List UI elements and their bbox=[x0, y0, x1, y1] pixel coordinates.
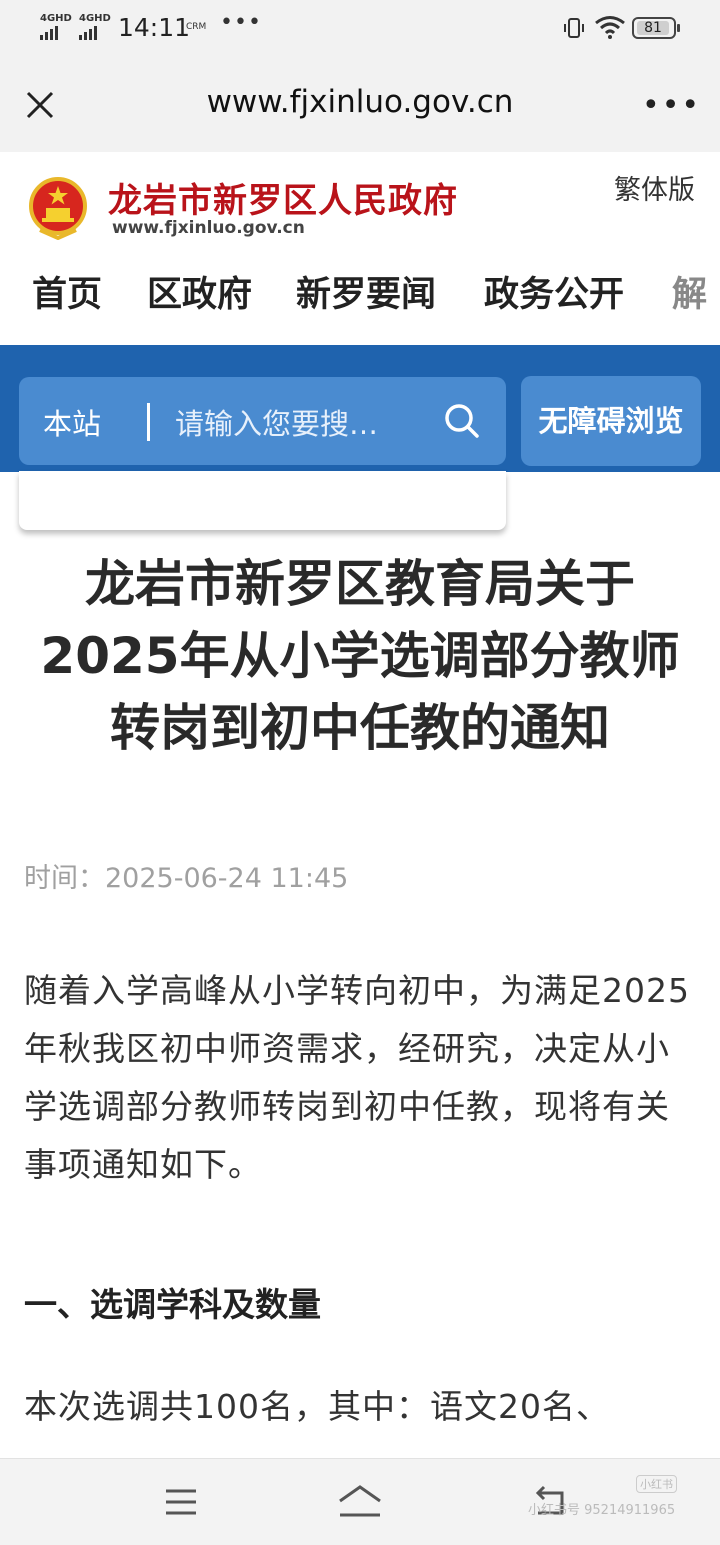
section-heading: 一、选调学科及数量 bbox=[24, 1285, 321, 1324]
signal-indicator-2: 4GHD bbox=[79, 14, 111, 40]
search-box: 本站 请输入您要搜… bbox=[19, 377, 506, 465]
signal-indicator-1: 4GHD bbox=[40, 14, 72, 40]
battery-icon: 81 bbox=[632, 17, 680, 39]
signal-label: 4GHD bbox=[79, 13, 111, 24]
watermark-logo: 小红书 bbox=[636, 1475, 677, 1493]
site-url: www.fjxinluo.gov.cn bbox=[112, 218, 305, 238]
notification-dots: ••• bbox=[220, 10, 262, 35]
main-nav: 首页 区政府 新罗要闻 政务公开 解 bbox=[0, 266, 720, 322]
article-title: 龙岩市新罗区教育局关于2025年从小学选调部分教师转岗到初中任教的通知 bbox=[40, 555, 680, 757]
nav-item-government-affairs[interactable]: 政务公开 bbox=[484, 266, 624, 317]
wifi-icon bbox=[595, 16, 625, 39]
nav-item-next[interactable]: 解 bbox=[672, 266, 707, 317]
nav-item-home[interactable]: 首页 bbox=[32, 266, 102, 317]
crm-label: CRM bbox=[186, 22, 207, 32]
signal-label: 4GHD bbox=[40, 13, 72, 24]
battery-level: 81 bbox=[637, 21, 669, 35]
vibrate-icon bbox=[564, 18, 584, 38]
site-title[interactable]: 龙岩市新罗区人民政府 bbox=[108, 173, 458, 222]
search-band: 本站 请输入您要搜… 无障碍浏览 bbox=[0, 345, 720, 472]
home-icon[interactable] bbox=[336, 1483, 384, 1519]
national-emblem-icon bbox=[29, 177, 87, 240]
search-input[interactable]: 请输入您要搜… bbox=[175, 401, 411, 443]
nav-item-district-government[interactable]: 区政府 bbox=[147, 266, 252, 317]
publish-time: 2025-06-24 11:45 bbox=[105, 863, 349, 894]
search-suggestion-dropdown[interactable] bbox=[19, 471, 506, 530]
clock: 14:11 bbox=[118, 13, 191, 42]
browser-toolbar: www.fjxinluo.gov.cn ••• bbox=[0, 58, 720, 152]
traditional-chinese-link[interactable]: 繁体版 bbox=[614, 168, 695, 207]
site-header: 龙岩市新罗区人民政府 www.fjxinluo.gov.cn 繁体版 首页 区政… bbox=[0, 152, 720, 345]
search-scope-selector[interactable]: 本站 bbox=[43, 401, 101, 443]
status-bar: 4GHD 4GHD 14:11 CRM ••• 81 bbox=[0, 0, 720, 58]
accessibility-button[interactable]: 无障碍浏览 bbox=[521, 376, 701, 466]
address-bar[interactable]: www.fjxinluo.gov.cn bbox=[0, 84, 720, 120]
time-label: 时间： bbox=[24, 863, 105, 894]
nav-item-xinluo-news[interactable]: 新罗要闻 bbox=[296, 266, 436, 317]
article-paragraph: 本次选调共100名，其中：语文20名、 bbox=[24, 1387, 610, 1426]
search-divider bbox=[147, 403, 150, 441]
signal-bars-icon bbox=[79, 26, 111, 40]
system-navigation-bar: 小红书 小红书号 95214911965 bbox=[0, 1458, 720, 1545]
search-icon[interactable] bbox=[443, 402, 481, 440]
more-options-icon[interactable]: ••• bbox=[642, 88, 701, 123]
menu-icon[interactable] bbox=[164, 1487, 198, 1517]
watermark-text: 小红书号 95214911965 bbox=[528, 1503, 676, 1518]
article-paragraph: 随着入学高峰从小学转向初中，为满足2025年秋我区初中师资需求，经研究，决定从小… bbox=[24, 971, 690, 1184]
signal-bars-icon bbox=[40, 26, 72, 40]
article-meta: 时间：2025-06-24 11:45 bbox=[24, 856, 348, 895]
